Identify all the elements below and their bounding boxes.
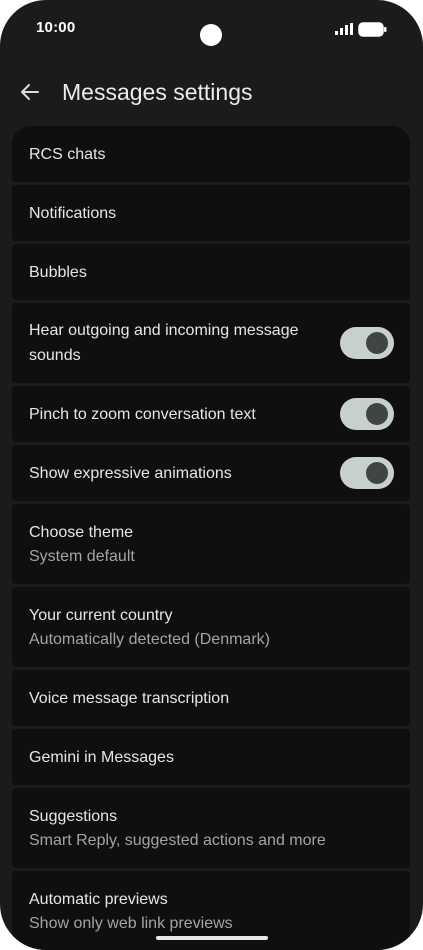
setting-title: Show expressive animations — [29, 464, 232, 482]
expressive-animations-toggle[interactable] — [340, 457, 394, 489]
signal-icon — [335, 23, 353, 35]
pinch-zoom-toggle[interactable] — [340, 398, 394, 430]
back-button[interactable] — [14, 76, 46, 108]
setting-title: Your current country — [29, 606, 173, 624]
message-sounds-toggle[interactable] — [340, 327, 394, 359]
setting-choose-theme[interactable]: Choose theme System default — [12, 504, 410, 584]
setting-current-country[interactable]: Your current country Automatically detec… — [12, 587, 410, 667]
phone-screen: 10:00 Messages settings RCS chats Notifi… — [0, 0, 423, 950]
gesture-navigation-bar[interactable] — [156, 936, 268, 940]
setting-title: Hear outgoing and incoming message sound… — [29, 322, 299, 364]
setting-expressive-animations[interactable]: Show expressive animations — [12, 445, 410, 501]
setting-gemini[interactable]: Gemini in Messages — [12, 729, 410, 785]
setting-title: Gemini in Messages — [29, 748, 174, 766]
page-title: Messages settings — [62, 79, 253, 105]
status-bar: 10:00 — [0, 0, 423, 60]
setting-title: Voice message transcription — [29, 689, 230, 707]
setting-suggestions[interactable]: Suggestions Smart Reply, suggested actio… — [12, 788, 410, 868]
front-camera — [200, 24, 222, 46]
settings-list: RCS chats Notifications Bubbles Hear out… — [12, 126, 410, 950]
toggle-thumb — [366, 403, 388, 425]
setting-voice-transcription[interactable]: Voice message transcription — [12, 670, 410, 726]
toggle-thumb — [366, 462, 388, 484]
setting-bubbles[interactable]: Bubbles — [12, 244, 410, 300]
app-bar: Messages settings — [0, 68, 423, 116]
status-time: 10:00 — [36, 19, 76, 36]
setting-message-sounds[interactable]: Hear outgoing and incoming message sound… — [12, 303, 410, 383]
setting-title: Suggestions — [29, 807, 118, 825]
arrow-back-icon — [21, 84, 39, 100]
setting-subtitle: Show only web link previews — [29, 914, 233, 932]
setting-title: Notifications — [29, 204, 117, 222]
setting-title: Bubbles — [29, 263, 87, 281]
setting-title: RCS chats — [29, 145, 106, 163]
setting-subtitle: System default — [29, 547, 135, 565]
setting-title: Pinch to zoom conversation text — [29, 405, 256, 423]
setting-rcs-chats[interactable]: RCS chats — [12, 126, 410, 182]
battery-icon — [358, 22, 387, 37]
setting-title: Automatic previews — [29, 890, 168, 908]
setting-subtitle: Automatically detected (Denmark) — [29, 630, 270, 648]
toggle-thumb — [366, 332, 388, 354]
setting-pinch-zoom[interactable]: Pinch to zoom conversation text — [12, 386, 410, 442]
setting-notifications[interactable]: Notifications — [12, 185, 410, 241]
setting-title: Choose theme — [29, 523, 134, 541]
setting-subtitle: Smart Reply, suggested actions and more — [29, 831, 326, 849]
